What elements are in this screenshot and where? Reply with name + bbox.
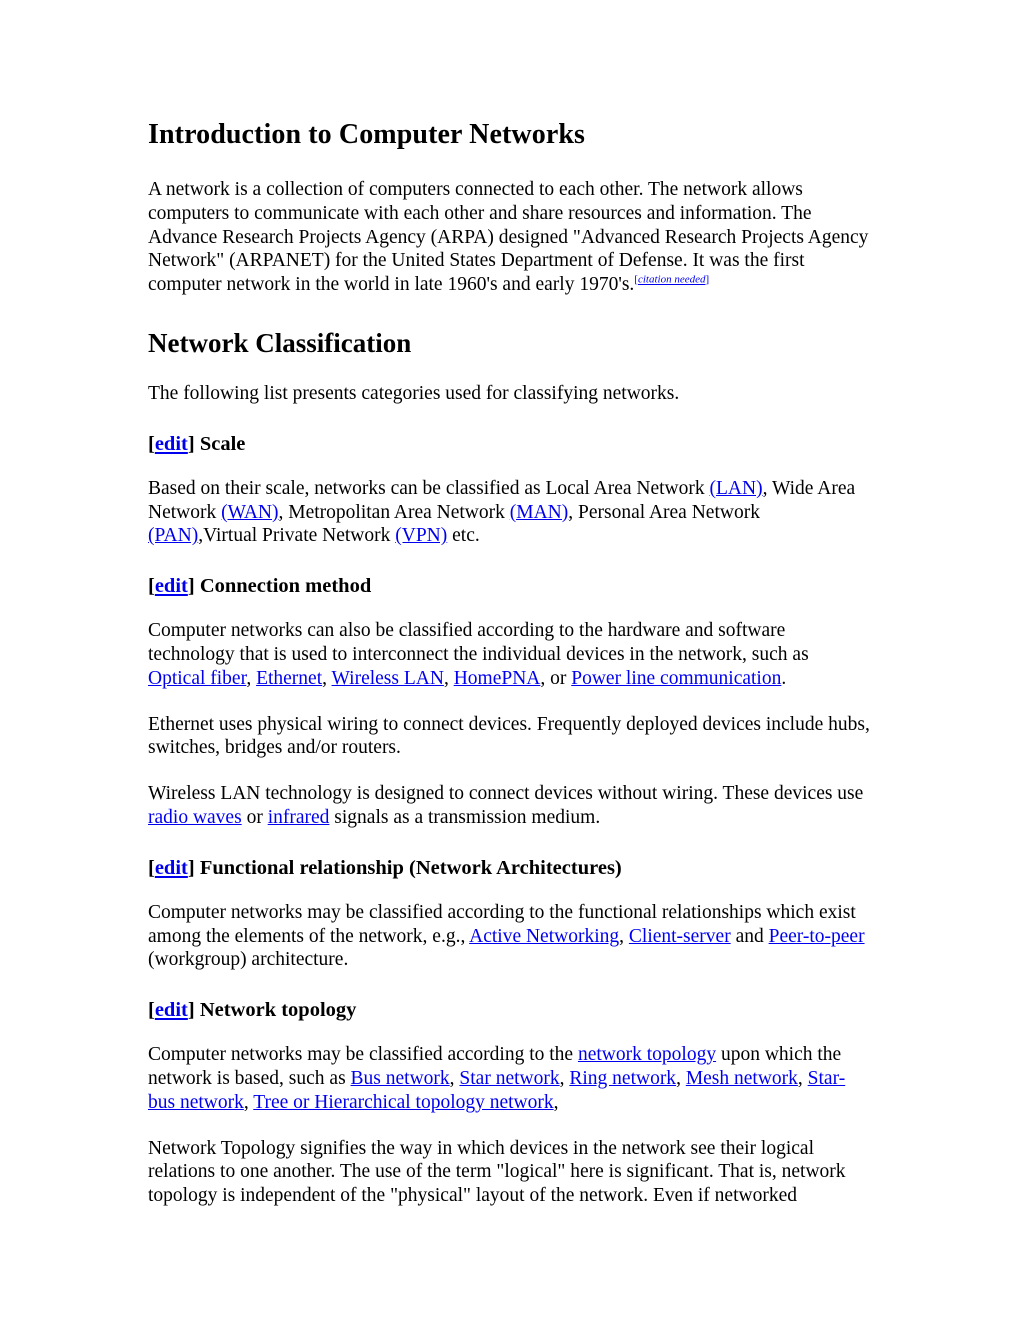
inline-link[interactable]: Ring network: [569, 1068, 676, 1089]
inline-link[interactable]: (WAN): [221, 502, 278, 523]
inline-text: , or: [540, 667, 572, 689]
inline-text: Network Topology signifies the way in wh…: [148, 1137, 846, 1207]
body-paragraph: Ethernet uses physical wiring to connect…: [148, 713, 870, 761]
inline-link[interactable]: HomePNA: [454, 668, 541, 689]
inline-link[interactable]: Tree or Hierarchical topology network: [253, 1092, 553, 1113]
subsection-heading-scale: [edit] Scale: [148, 432, 870, 457]
inline-text: or: [241, 806, 268, 828]
inline-link[interactable]: radio waves: [148, 807, 242, 828]
inline-link[interactable]: (MAN): [510, 502, 569, 523]
body-paragraph: Based on their scale, networks can be cl…: [148, 477, 870, 548]
inline-link[interactable]: Star network: [459, 1068, 559, 1089]
section-lead-paragraph: The following list presents categories u…: [148, 382, 680, 404]
subsection-heading-network-topology: [edit] Network topology: [148, 998, 870, 1023]
edit-open-bracket: [: [148, 575, 155, 598]
inline-text: ,: [322, 667, 332, 689]
inline-link[interactable]: Power line communication: [571, 668, 781, 689]
inline-text: ,: [243, 1091, 254, 1113]
inline-text: ,Virtual Private Network: [198, 525, 396, 547]
inline-text: ,: [443, 667, 454, 689]
inline-text: ,: [449, 1067, 460, 1089]
inline-text: , Personal Area Network: [568, 501, 760, 523]
inline-text: Wireless LAN technology is designed to c…: [148, 783, 864, 805]
edit-link-connection-method[interactable]: edit: [155, 575, 188, 597]
section-heading-network-classification: Network Classification: [148, 327, 412, 358]
citation-close-bracket: ]: [705, 273, 710, 286]
inline-text: ,: [676, 1067, 686, 1089]
subsection-body-functional-relationship: Computer networks may be classified acco…: [148, 901, 870, 972]
subsection-title-text: Scale: [199, 432, 246, 455]
inline-link[interactable]: Peer-to-peer: [769, 926, 865, 947]
inline-text: ,: [797, 1067, 808, 1089]
inline-link[interactable]: Optical fiber: [148, 668, 246, 689]
inline-link[interactable]: Active Networking: [469, 926, 619, 947]
edit-link-scale[interactable]: edit: [155, 433, 188, 455]
inline-link[interactable]: Bus network: [351, 1068, 450, 1089]
body-paragraph: Computer networks may be classified acco…: [148, 1043, 870, 1114]
edit-close-bracket: ]: [187, 575, 195, 598]
inline-text: (workgroup) architecture.: [148, 949, 349, 971]
inline-text: Computer networks can also be classified…: [148, 620, 809, 665]
inline-link[interactable]: Client-server: [629, 926, 731, 947]
intro-paragraph: A network is a collection of computers c…: [148, 178, 870, 297]
subsection-body-network-topology: Computer networks may be classified acco…: [148, 1043, 870, 1208]
inline-link[interactable]: Mesh network: [686, 1068, 798, 1089]
subsection-title-text: Functional relationship (Network Archite…: [199, 856, 622, 879]
inline-link[interactable]: (LAN): [710, 478, 763, 499]
edit-close-bracket: ]: [187, 432, 195, 455]
inline-text: ,: [246, 667, 257, 689]
edit-open-bracket: [: [148, 432, 155, 455]
edit-open-bracket: [: [148, 999, 155, 1022]
edit-link-functional-relationship[interactable]: edit: [155, 857, 188, 879]
subsection-heading-connection-method: [edit] Connection method: [148, 574, 870, 599]
intro-paragraph-text: A network is a collection of computers c…: [148, 179, 869, 296]
inline-link[interactable]: (VPN): [395, 525, 447, 546]
subsection-heading-functional-relationship: [edit] Functional relationship (Network …: [148, 856, 870, 881]
inline-text: signals as a transmission medium.: [329, 806, 601, 828]
body-paragraph: Computer networks may be classified acco…: [148, 901, 870, 972]
edit-close-bracket: ]: [187, 999, 195, 1022]
body-paragraph: Network Topology signifies the way in wh…: [148, 1137, 870, 1208]
inline-link[interactable]: network topology: [578, 1044, 716, 1065]
inline-text: Based on their scale, networks can be cl…: [148, 477, 710, 499]
edit-close-bracket: ]: [187, 856, 195, 879]
document-page: Introduction to Computer Networks A netw…: [0, 0, 1020, 1320]
edit-link-network-topology[interactable]: edit: [155, 999, 188, 1021]
inline-link[interactable]: Ethernet: [256, 668, 322, 689]
inline-text: and: [730, 925, 769, 947]
inline-link[interactable]: infrared: [268, 807, 330, 828]
inline-link[interactable]: Wireless LAN: [332, 668, 444, 689]
inline-text: ,: [553, 1091, 559, 1113]
citation-needed-superscript: [citation needed]: [634, 274, 709, 286]
body-paragraph: Wireless LAN technology is designed to c…: [148, 782, 870, 830]
subsection-body-connection-method: Computer networks can also be classified…: [148, 619, 870, 830]
inline-text: Ethernet uses physical wiring to connect…: [148, 713, 870, 759]
citation-needed-link[interactable]: citation needed: [638, 274, 706, 286]
inline-text: Computer networks may be classified acco…: [148, 1044, 578, 1066]
inline-text: ,: [619, 925, 629, 947]
inline-text: ,: [559, 1067, 570, 1089]
inline-link[interactable]: (PAN): [148, 525, 198, 546]
subsection-body-scale: Based on their scale, networks can be cl…: [148, 477, 870, 548]
inline-text: , Metropolitan Area Network: [278, 501, 510, 523]
inline-text: etc.: [447, 525, 480, 547]
subsection-title-text: Network topology: [199, 999, 357, 1022]
document-content: Introduction to Computer Networks A netw…: [148, 118, 870, 1208]
inline-text: .: [781, 667, 787, 689]
edit-open-bracket: [: [148, 856, 155, 879]
body-paragraph: Computer networks can also be classified…: [148, 619, 870, 690]
subsection-title-text: Connection method: [199, 575, 372, 598]
page-title: Introduction to Computer Networks: [148, 119, 586, 150]
